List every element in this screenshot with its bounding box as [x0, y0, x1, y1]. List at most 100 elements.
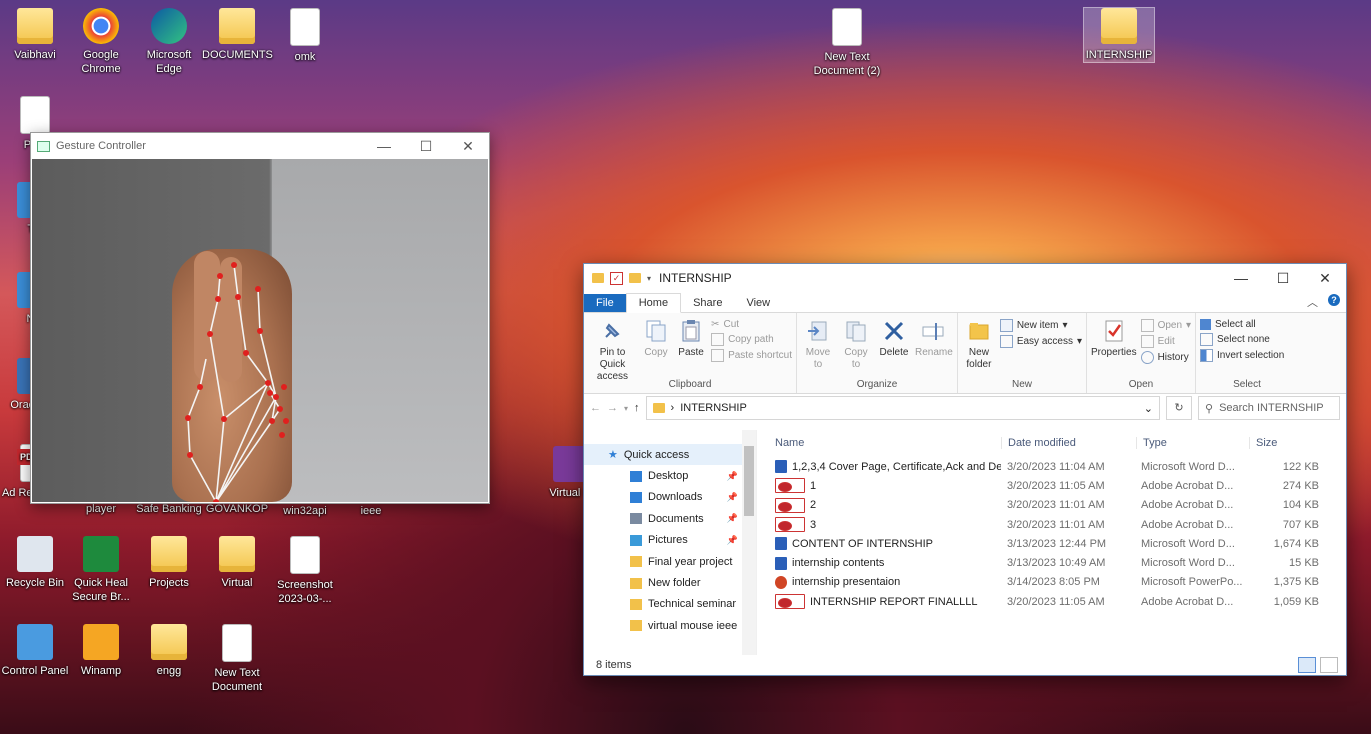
file-row[interactable]: 3 3/20/2023 11:01 AM Adobe Acrobat D... 707… [757, 515, 1346, 534]
scrollbar-thumb[interactable] [744, 446, 754, 516]
nav-item-label: New folder [648, 577, 701, 590]
desktop-icon[interactable]: Virtual [202, 536, 272, 590]
back-arrow-icon[interactable]: ← [590, 402, 601, 414]
chevron-down-icon[interactable]: ⌄ [1144, 402, 1153, 415]
image-file-icon [20, 96, 50, 134]
nav-item[interactable]: Pictures 📌 [584, 530, 756, 551]
file-row[interactable]: 1,2,3,4 Cover Page, Certificate,Ack and … [757, 457, 1346, 476]
column-name[interactable]: Name [757, 437, 1001, 449]
file-row[interactable]: INTERNSHIP REPORT FINALLLL 3/20/2023 11:0… [757, 592, 1346, 611]
desktop-icon[interactable]: New Text Document [202, 624, 272, 694]
file-row[interactable]: 1 3/20/2023 11:05 AM Adobe Acrobat D... 274… [757, 476, 1346, 495]
column-date-modified[interactable]: Date modified [1001, 437, 1136, 449]
nav-quick-access[interactable]: ★ Quick access [584, 444, 742, 466]
tab-view[interactable]: View [734, 294, 782, 312]
pdf-document-icon [775, 478, 805, 494]
address-bar[interactable]: › INTERNSHIP ⌄ [645, 396, 1160, 420]
file-row[interactable]: internship presentaion 3/14/2023 8:05 PM M… [757, 573, 1346, 592]
paste-shortcut-button[interactable]: Paste shortcut [711, 349, 792, 362]
pin-icon: 📌 [726, 534, 738, 545]
collapse-ribbon-icon[interactable]: ︿ [1307, 294, 1318, 310]
help-icon[interactable]: ? [1328, 294, 1340, 306]
file-row[interactable]: 2 3/20/2023 11:01 AM Adobe Acrobat D... 104… [757, 496, 1346, 515]
desktop-icon[interactable]: omk [270, 8, 340, 64]
desktop-icon[interactable]: Control Panel [0, 624, 70, 678]
open-button[interactable]: Open ▾ [1140, 319, 1192, 332]
select-none-button[interactable]: Select none [1200, 333, 1284, 346]
desktop-icon[interactable]: New Text Document (2) [812, 8, 882, 78]
select-all-icon [1200, 319, 1211, 330]
nav-item-label: Final year project [648, 555, 733, 568]
desktop-icon[interactable]: Screenshot 2023-03-... [270, 536, 340, 606]
nav-item[interactable]: Desktop 📌 [584, 465, 756, 486]
column-size[interactable]: Size [1249, 437, 1322, 449]
select-all-button[interactable]: Select all [1200, 319, 1284, 330]
forward-arrow-icon[interactable]: → [607, 402, 618, 414]
properties-check-icon[interactable]: ✓ [610, 271, 623, 285]
status-bar: 8 items [584, 655, 1346, 675]
pdf-document-icon [775, 517, 805, 533]
column-type[interactable]: Type [1136, 437, 1249, 449]
invert-selection-button[interactable]: Invert selection [1200, 349, 1284, 362]
desktop-icon[interactable]: DOCUMENTS [202, 8, 273, 62]
tab-share[interactable]: Share [681, 294, 734, 312]
file-row[interactable]: CONTENT OF INTERNSHIP 3/13/2023 12:44 PM M… [757, 534, 1346, 553]
up-arrow-icon[interactable]: ↑ [634, 402, 640, 414]
tab-file[interactable]: File [584, 294, 626, 312]
edit-icon [1140, 335, 1154, 348]
chevron-down-icon[interactable]: ▾ [647, 274, 651, 283]
breadcrumb[interactable]: INTERNSHIP [680, 402, 747, 414]
chevron-down-icon: ▾ [1076, 336, 1082, 347]
maximize-button[interactable]: ☐ [405, 138, 447, 155]
file-explorer-window[interactable]: ✓ ▾ INTERNSHIP — ☐ ✕ File Home Share Vie… [583, 263, 1347, 676]
desktop-icon[interactable]: Microsoft Edge [134, 8, 204, 76]
open-group: Properties Open ▾ Edit History Open [1087, 313, 1196, 393]
gesture-titlebar[interactable]: Gesture Controller — ☐ ✕ [31, 133, 489, 159]
nav-item[interactable]: Technical seminar [584, 594, 756, 615]
maximize-button[interactable]: ☐ [1262, 270, 1304, 287]
large-icons-view-button[interactable] [1320, 657, 1338, 673]
copy-path-button[interactable]: Copy path [711, 333, 792, 346]
desktop-icon[interactable]: Projects [134, 536, 204, 590]
file-date: 3/20/2023 11:05 AM [1007, 479, 1105, 492]
desktop-icon[interactable]: Google Chrome [66, 8, 136, 76]
explorer-titlebar[interactable]: ✓ ▾ INTERNSHIP — ☐ ✕ [584, 264, 1346, 292]
easy-access-button[interactable]: Easy access ▾ [999, 335, 1082, 348]
history-button[interactable]: History [1140, 351, 1192, 364]
desktop-icon[interactable]: INTERNSHIP [1083, 7, 1155, 63]
nav-item[interactable]: Final year project [584, 551, 756, 572]
desktop-icon-label: Screenshot 2023-03-... [277, 579, 333, 605]
minimize-button[interactable]: — [1220, 270, 1262, 286]
new-folder-icon[interactable] [629, 273, 641, 283]
desktop-icon[interactable]: Recycle Bin [0, 536, 70, 590]
file-list[interactable]: Name Date modified Type Size 1,2,3,4 Cov… [757, 430, 1346, 655]
details-view-button[interactable] [1298, 657, 1316, 673]
desktop-icon[interactable]: engg [134, 624, 204, 678]
nav-item[interactable]: Documents 📌 [584, 508, 756, 529]
recent-locations-icon[interactable]: ▾ [624, 404, 628, 413]
search-placeholder: Search INTERNSHIP [1219, 402, 1324, 414]
nav-item[interactable]: New folder [584, 572, 756, 593]
star-icon: ★ [608, 449, 618, 462]
chevron-down-icon: ▾ [1186, 320, 1192, 331]
navigation-pane[interactable]: ★ Quick access Desktop 📌 Downloads 📌 Documen… [584, 430, 757, 655]
desktop-icon[interactable]: Vaibhavi [0, 8, 70, 62]
nav-scrollbar[interactable] [742, 430, 756, 655]
minimize-button[interactable]: — [363, 138, 405, 154]
refresh-button[interactable]: ↻ [1166, 396, 1192, 420]
edit-button[interactable]: Edit [1140, 335, 1192, 348]
cut-button[interactable]: ✂ Cut [711, 319, 792, 330]
tab-home[interactable]: Home [625, 293, 682, 313]
gesture-controller-window[interactable]: Gesture Controller — ☐ ✕ [30, 132, 490, 504]
file-size: 1,059 KB [1273, 595, 1319, 608]
nav-item[interactable]: virtual mouse ieee [584, 615, 756, 636]
desktop-icon[interactable]: Quick Heal Secure Br... [66, 536, 136, 604]
close-button[interactable]: ✕ [447, 138, 489, 155]
nav-item[interactable]: Downloads 📌 [584, 487, 756, 508]
landmark-line [223, 381, 277, 422]
close-button[interactable]: ✕ [1304, 270, 1346, 287]
search-input[interactable]: ⚲ Search INTERNSHIP [1198, 396, 1340, 420]
desktop-icon[interactable]: Winamp [66, 624, 136, 678]
file-row[interactable]: internship contents 3/13/2023 10:49 AM Mic… [757, 553, 1346, 572]
new-item-button[interactable]: New item ▾ [999, 319, 1082, 332]
